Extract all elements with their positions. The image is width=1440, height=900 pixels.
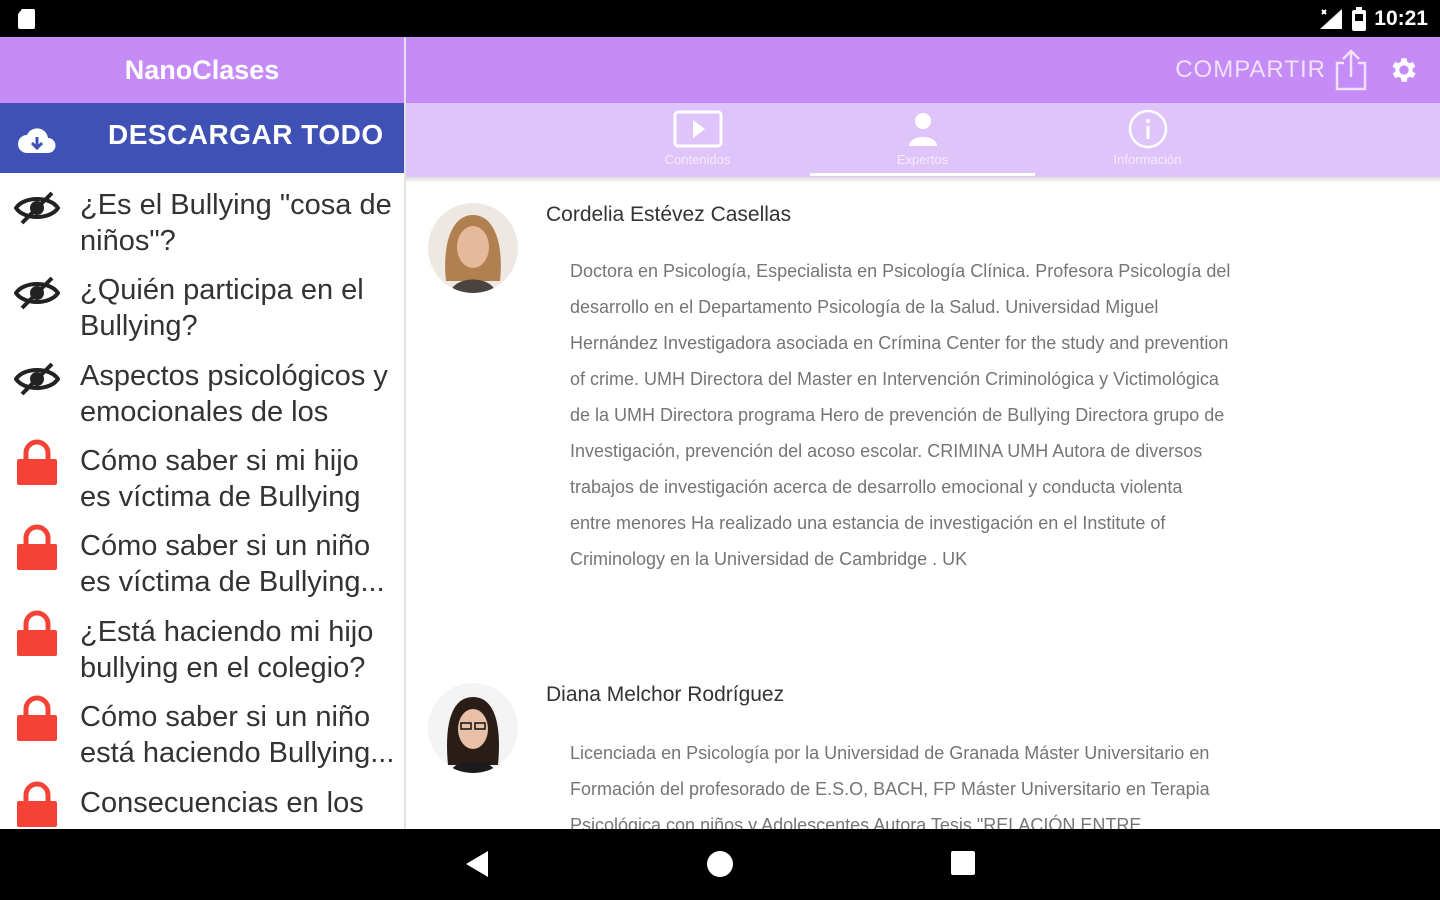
- play-icon: [673, 110, 722, 148]
- expert-photo: [428, 683, 518, 773]
- list-item[interactable]: ¿Es el Bullying "cosa de niños"?: [0, 173, 404, 259]
- back-icon[interactable]: [464, 849, 490, 879]
- tab-label: Información: [1113, 152, 1182, 167]
- share-label: COMPARTIR: [1175, 56, 1326, 83]
- cloud-download-icon: [18, 128, 56, 153]
- clock: 10:21: [1374, 7, 1428, 30]
- expert-bio: Doctora en Psicología, Especialista en P…: [570, 261, 1231, 569]
- home-icon[interactable]: [707, 851, 733, 877]
- status-bar: 10:21: [0, 0, 1440, 37]
- list-item[interactable]: ¿Quién participa en el Bullying?: [0, 258, 404, 344]
- app-title: NanoClases: [124, 54, 280, 85]
- lesson-title: ¿Está haciendo mi hijo bullying en el col…: [80, 616, 374, 684]
- download-all-label: DESCARGAR TODO: [108, 119, 384, 150]
- experts-list: Cordelia Estévez Casellas Doctora en Psi…: [406, 183, 1440, 829]
- signal-icon: [1320, 9, 1343, 29]
- lock-icon: [17, 781, 57, 827]
- lesson-title: ¿Es el Bullying "cosa de niños"?: [80, 189, 392, 257]
- battery-icon: [1352, 7, 1367, 31]
- lesson-title: ¿Quién participa en el Bullying?: [80, 274, 364, 342]
- download-all-button[interactable]: DESCARGAR TODO: [0, 103, 404, 173]
- share-button[interactable]: COMPARTIR: [1175, 47, 1368, 93]
- list-item[interactable]: Aspectos psicológicos y emocionales de lo…: [0, 344, 404, 430]
- lesson-title: Cómo saber si un niño es víctima de Bully…: [80, 530, 385, 598]
- tab-informacion[interactable]: Información: [1035, 103, 1260, 177]
- eye-off-icon: [14, 276, 60, 310]
- app-bar-left: NanoClases: [0, 37, 404, 103]
- list-item[interactable]: Cómo saber si un niño es víctima de Bully…: [0, 514, 404, 600]
- share-icon: [1335, 49, 1367, 91]
- avatar: [428, 683, 518, 773]
- gear-icon[interactable]: [1388, 54, 1420, 86]
- lesson-list: ¿Es el Bullying "cosa de niños"? ¿Quién p…: [0, 173, 404, 829]
- eye-off-icon: [14, 191, 60, 225]
- expert-name: Cordelia Estévez Casellas: [546, 203, 792, 226]
- lock-icon: [17, 695, 57, 741]
- lock-icon: [17, 610, 57, 656]
- tab-label: Contenidos: [664, 152, 731, 167]
- list-item[interactable]: Consecuencias en los: [0, 771, 404, 829]
- expert-name: Diana Melchor Rodríguez: [546, 683, 785, 706]
- list-item[interactable]: ¿Está haciendo mi hijo bullying en el col…: [0, 600, 404, 686]
- tab-label: Expertos: [896, 152, 949, 167]
- tab-expertos[interactable]: Expertos: [810, 103, 1035, 177]
- avatar: [428, 203, 518, 293]
- app-bar-right: COMPARTIR: [406, 37, 1440, 103]
- list-item[interactable]: Cómo saber si un niño está haciendo Bully…: [0, 685, 404, 771]
- lock-icon: [17, 524, 57, 570]
- lesson-title: Aspectos psicológicos y emocionales de lo…: [80, 360, 388, 428]
- tab-indicator: [810, 173, 1035, 176]
- tab-contenidos[interactable]: Contenidos: [585, 103, 810, 177]
- lesson-title: Consecuencias en los: [80, 787, 364, 819]
- list-item[interactable]: Cómo saber si mi hijo es víctima de Bully…: [0, 429, 404, 515]
- expert-photo: [428, 203, 518, 293]
- person-icon: [908, 113, 937, 146]
- expert-bio: Licenciada en Psicología por la Universi…: [570, 743, 1210, 829]
- tab-bar: Contenidos Expertos Información: [406, 103, 1440, 177]
- lock-icon: [17, 439, 57, 485]
- lesson-title: Cómo saber si mi hijo es víctima de Bully…: [80, 445, 361, 513]
- info-icon: [1128, 109, 1167, 149]
- sd-card-icon: [18, 9, 35, 29]
- eye-off-icon: [14, 362, 60, 396]
- lesson-title: Cómo saber si un niño está haciendo Bully…: [80, 701, 395, 769]
- navigation-bar: [0, 829, 1440, 900]
- recents-icon[interactable]: [951, 851, 975, 875]
